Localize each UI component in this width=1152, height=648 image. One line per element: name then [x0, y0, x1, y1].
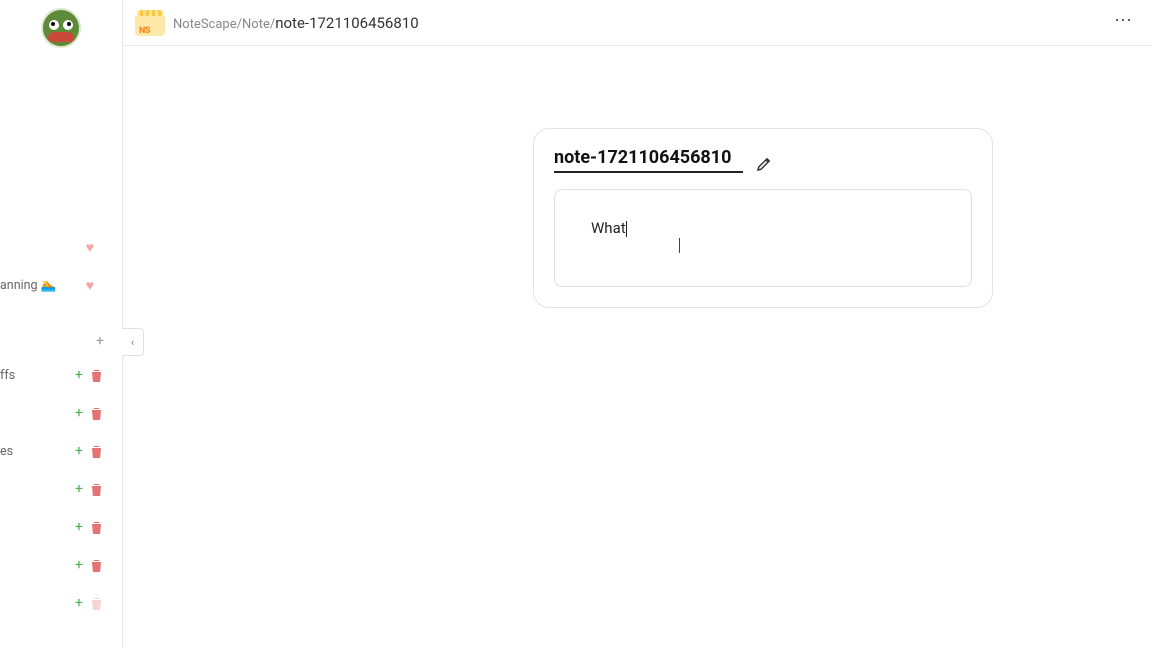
sidebar-note-item[interactable]: es +: [0, 432, 122, 470]
more-icon: ⋯: [1114, 10, 1134, 31]
add-child-icon[interactable]: +: [75, 595, 83, 611]
user-avatar[interactable]: [41, 8, 81, 48]
note-title[interactable]: note-1721106456810: [554, 147, 743, 173]
secondary-caret: [679, 238, 680, 253]
sidebar-item-label: anning 🏊: [0, 278, 86, 293]
breadcrumb-current: note-1721106456810: [275, 14, 418, 32]
more-menu-button[interactable]: ⋯: [1114, 12, 1134, 34]
avatar-container: [0, 0, 122, 48]
sidebar-note-item[interactable]: +: [0, 584, 122, 622]
sidebar-note-item[interactable]: +: [0, 546, 122, 584]
trash-icon[interactable]: [91, 369, 102, 382]
trash-icon[interactable]: [91, 407, 102, 420]
sidebar-item-label: ffs: [0, 368, 122, 383]
add-child-icon[interactable]: +: [75, 443, 83, 459]
note-title-row: note-1721106456810: [554, 147, 972, 173]
add-child-icon[interactable]: +: [75, 405, 83, 421]
sidebar-item-label: es: [0, 444, 122, 459]
add-child-icon[interactable]: +: [75, 367, 83, 383]
sidebar-note-item[interactable]: ffs +: [0, 356, 122, 394]
sidebar-favorite-item[interactable]: ♥: [0, 228, 122, 266]
sidebar-note-item[interactable]: +: [0, 508, 122, 546]
note-body-text: What: [591, 219, 626, 237]
sidebar-note-item[interactable]: +: [0, 394, 122, 432]
breadcrumb: NoteScape/Note/note-1721106456810: [173, 14, 419, 32]
spacer: [0, 304, 122, 326]
sidebar-add-group[interactable]: +: [0, 326, 122, 356]
topbar: NS NoteScape/Note/note-1721106456810 ⋯: [123, 0, 1152, 46]
heart-icon: ♥: [86, 239, 94, 256]
app-root: ♥ anning 🏊 ♥ + ffs + +: [0, 0, 1152, 648]
plus-icon: +: [96, 333, 104, 349]
sidebar-spacer: [0, 48, 122, 228]
sidebar: ♥ anning 🏊 ♥ + ffs + +: [0, 0, 123, 648]
app-logo[interactable]: NS: [133, 9, 167, 37]
breadcrumb-root[interactable]: NoteScape: [173, 17, 237, 32]
note-card: note-1721106456810 What: [533, 128, 993, 308]
add-child-icon[interactable]: +: [75, 519, 83, 535]
content-area: note-1721106456810 What: [123, 46, 1152, 648]
app-logo-text: NS: [139, 26, 150, 36]
add-child-icon[interactable]: +: [75, 557, 83, 573]
trash-icon[interactable]: [91, 483, 102, 496]
trash-icon[interactable]: [91, 559, 102, 572]
trash-icon[interactable]: [91, 521, 102, 534]
trash-icon[interactable]: [91, 445, 102, 458]
edit-title-icon[interactable]: [755, 155, 773, 173]
heart-icon: ♥: [86, 277, 94, 294]
main-area: NS NoteScape/Note/note-1721106456810 ⋯ n…: [123, 0, 1152, 648]
breadcrumb-section[interactable]: Note: [242, 17, 270, 32]
sidebar-note-item[interactable]: +: [0, 470, 122, 508]
add-child-icon[interactable]: +: [75, 481, 83, 497]
note-editor[interactable]: What: [554, 189, 972, 287]
trash-icon[interactable]: [91, 597, 102, 610]
sidebar-favorite-item[interactable]: anning 🏊 ♥: [0, 266, 122, 304]
